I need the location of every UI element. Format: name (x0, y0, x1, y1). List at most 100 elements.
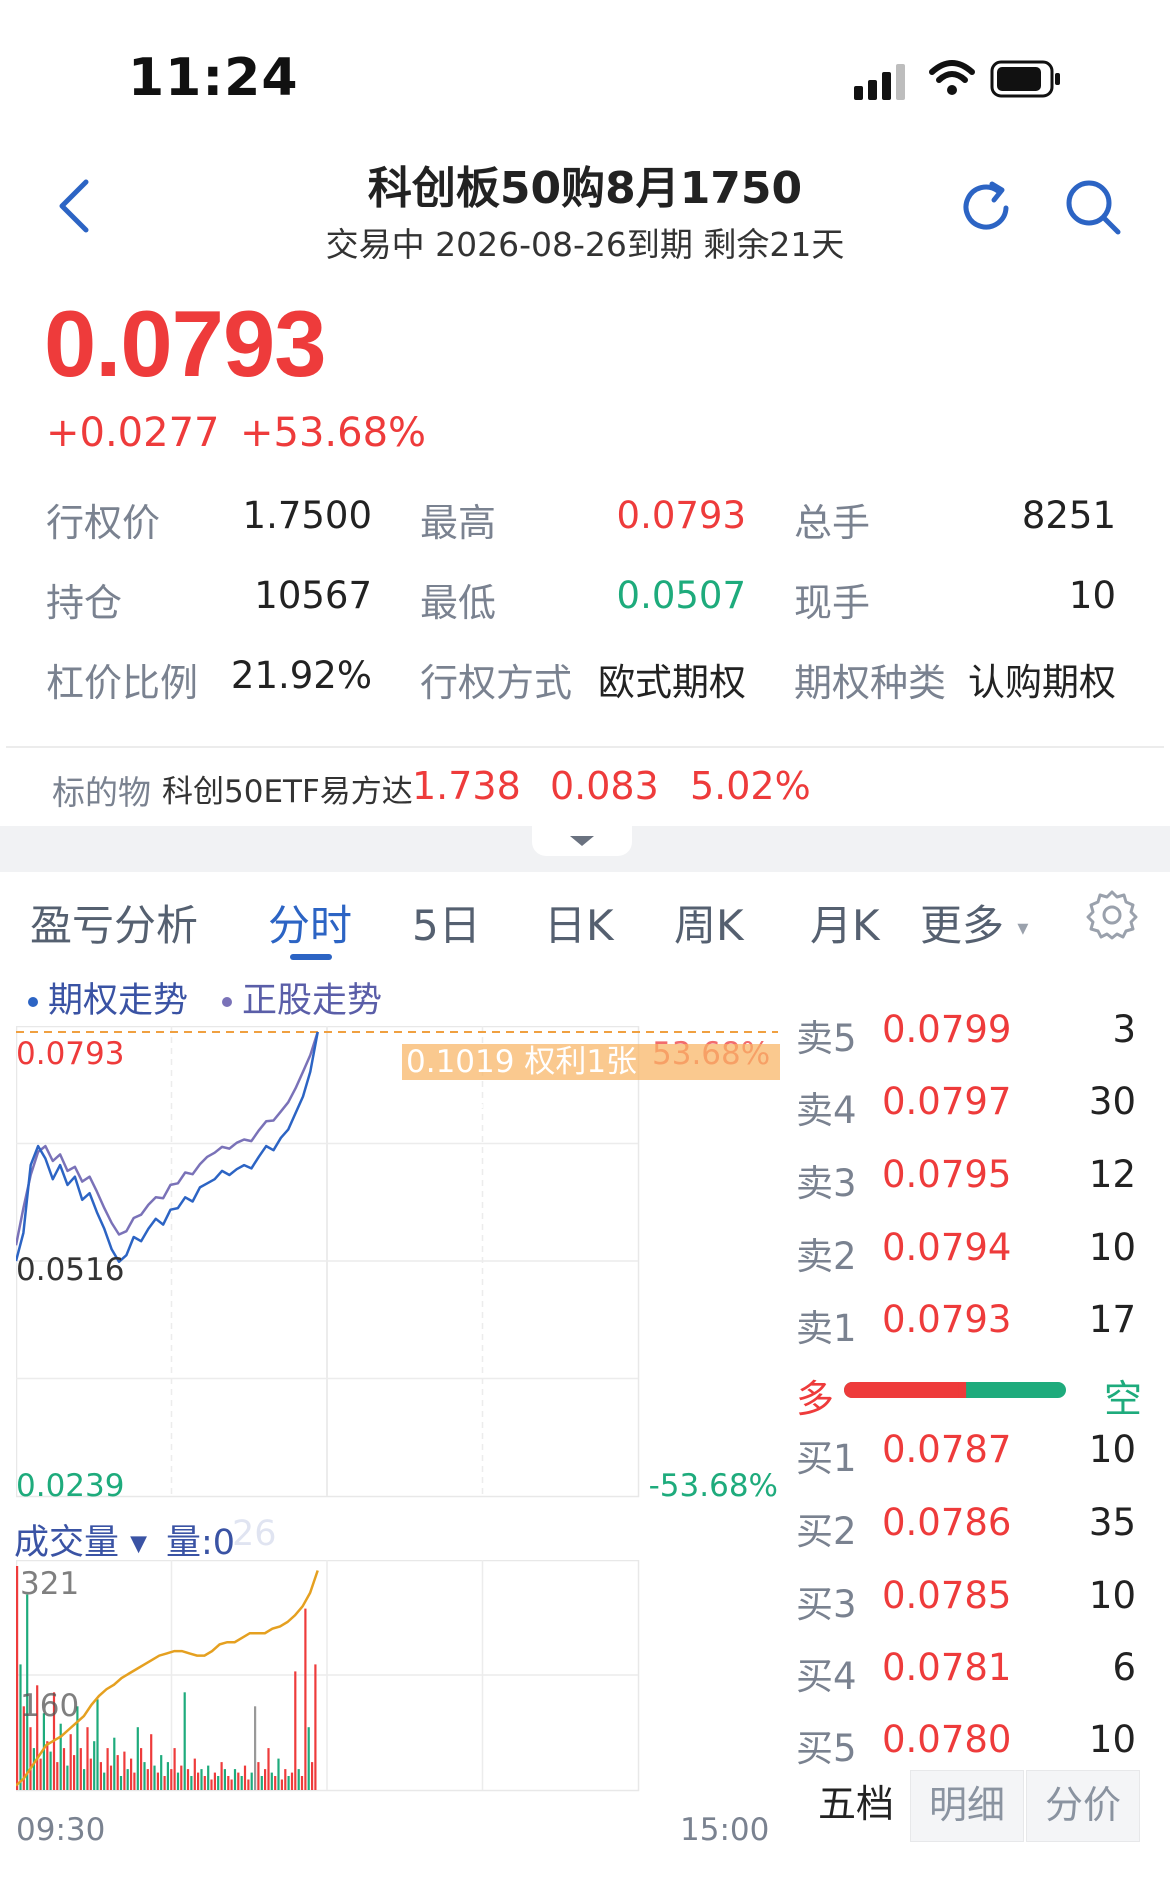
legend-option-trend[interactable]: 期权走势 (28, 972, 188, 1023)
volume-bar (300, 1776, 304, 1790)
page-subtitle: 交易中 2026-08-26到期 剩余21天 (325, 225, 845, 264)
ask-quantity: 12 (1088, 1153, 1136, 1196)
divider (6, 746, 1164, 748)
volume-bar (153, 1765, 156, 1790)
bid-price[interactable]: 0.0785 (882, 1574, 1011, 1617)
ask-price[interactable]: 0.0799 (882, 1008, 1011, 1051)
ask-quantity: 3 (1112, 1008, 1136, 1051)
volume-chart[interactable] (16, 1560, 780, 1800)
volume-bar (257, 1762, 260, 1790)
stat-label-strike: 行权价 (46, 501, 161, 545)
back-icon[interactable] (54, 178, 94, 234)
ask-price[interactable]: 0.0793 (882, 1298, 1011, 1341)
legend-option-label: 期权走势 (48, 981, 189, 1021)
volume-bar (230, 1779, 233, 1790)
volume-bar (207, 1765, 210, 1790)
volume-bar (197, 1772, 200, 1790)
volume-bar (113, 1737, 116, 1790)
volume-bar (39, 1758, 42, 1790)
volume-bar (307, 1727, 310, 1790)
volume-bar (109, 1765, 113, 1790)
pct-label-bottom: -53.68% (648, 1468, 778, 1504)
stat-value-low: 0.0507 (616, 574, 746, 617)
volume-bar (126, 1769, 129, 1790)
underlying-change: 0.083 (550, 764, 659, 808)
tab-5day[interactable]: 5日 (412, 892, 481, 953)
tab-price-distribution[interactable]: 分价 (1026, 1770, 1140, 1842)
volume-bar (173, 1748, 176, 1790)
ask-price[interactable]: 0.0794 (882, 1226, 1011, 1269)
volume-bar (200, 1769, 203, 1790)
bid-price[interactable]: 0.0786 (882, 1501, 1011, 1544)
volume-bar (183, 1692, 186, 1790)
settings-gear-icon[interactable] (1086, 888, 1138, 940)
bid-price[interactable]: 0.0787 (882, 1428, 1011, 1471)
volume-bar (274, 1776, 277, 1790)
volume-bar (247, 1779, 250, 1790)
legend-stock-trend[interactable]: 正股走势 (222, 972, 382, 1023)
volume-bar (290, 1772, 294, 1790)
volume-bar (220, 1762, 223, 1790)
caret-down-icon: ▼ (130, 1531, 148, 1557)
volume-bar (314, 1664, 317, 1790)
battery-icon (990, 60, 1060, 98)
legend-dot-stock (222, 997, 232, 1007)
volume-bar (160, 1755, 163, 1790)
volume-bar (119, 1776, 123, 1790)
underlying-name[interactable]: 科创50ETF易方达 (162, 766, 413, 811)
ask-quantity: 17 (1088, 1298, 1136, 1341)
stat-label-current-lot: 现手 (794, 581, 871, 625)
tab-daily-k[interactable]: 日K (544, 892, 614, 953)
legend-dot-option (28, 997, 38, 1007)
ask-price[interactable]: 0.0797 (882, 1080, 1011, 1123)
tab-trade-detail[interactable]: 明细 (910, 1770, 1024, 1842)
volume-bar (223, 1769, 226, 1790)
underlying-label: 标的物 (52, 773, 151, 812)
refresh-icon[interactable] (958, 178, 1016, 236)
tab-weekly-k[interactable]: 周K (674, 892, 744, 953)
bid-price[interactable]: 0.0781 (882, 1646, 1011, 1689)
volume-bar (227, 1776, 230, 1790)
ask-quantity: 30 (1088, 1080, 1136, 1123)
tab-intraday[interactable]: 分时 (268, 892, 352, 953)
bid-quantity: 6 (1112, 1646, 1136, 1689)
volume-bar (79, 1748, 82, 1790)
tab-more[interactable]: 更多 ▾ (920, 892, 1028, 953)
intraday-price-chart[interactable] (16, 1026, 780, 1502)
volume-bar (311, 1762, 314, 1790)
volume-title[interactable]: 成交量 ▼ (14, 1514, 147, 1565)
y-label-bottom: 0.0239 (16, 1468, 125, 1504)
volume-bar (93, 1741, 96, 1790)
search-icon[interactable] (1062, 176, 1124, 238)
tab-five-levels[interactable]: 五档 (804, 1770, 908, 1842)
y-label-top: 0.0793 (16, 1036, 125, 1072)
volume-value: 量:0 (166, 1523, 236, 1563)
stat-label-volume: 总手 (794, 501, 871, 545)
volume-bar (49, 1751, 52, 1790)
volume-bar (284, 1769, 287, 1790)
volume-bar (19, 1664, 22, 1790)
collapse-toggle[interactable] (532, 824, 632, 856)
volume-bar (294, 1671, 297, 1790)
volume-bar (240, 1776, 243, 1790)
volume-bar (193, 1758, 196, 1790)
volume-bar (96, 1699, 99, 1790)
tab-pnl-analysis[interactable]: 盈亏分析 (30, 892, 198, 953)
stat-value-option-type: 认购期权 (968, 661, 1116, 704)
volume-bar (66, 1765, 69, 1790)
stat-value-strike: 1.7500 (242, 494, 372, 537)
vol-tick-top: 321 (20, 1566, 80, 1602)
bid-price[interactable]: 0.0780 (882, 1718, 1011, 1761)
vol-tick-mid: 160 (20, 1688, 80, 1724)
volume-bar (86, 1727, 89, 1790)
stat-label-option-type: 期权种类 (794, 661, 947, 705)
bid-quantity: 35 (1088, 1501, 1136, 1544)
ask-price[interactable]: 0.0795 (882, 1153, 1011, 1196)
ask-label: 卖4 (796, 1089, 857, 1132)
crosshair-tooltip: 0.1019 权利1张 -264.000 (402, 1044, 780, 1116)
tab-monthly-k[interactable]: 月K (810, 892, 880, 953)
caret-down-icon: ▾ (1017, 916, 1029, 941)
volume-bar (123, 1751, 126, 1790)
underlying-change-pct: 5.02% (690, 764, 811, 808)
volume-bar (280, 1779, 283, 1790)
